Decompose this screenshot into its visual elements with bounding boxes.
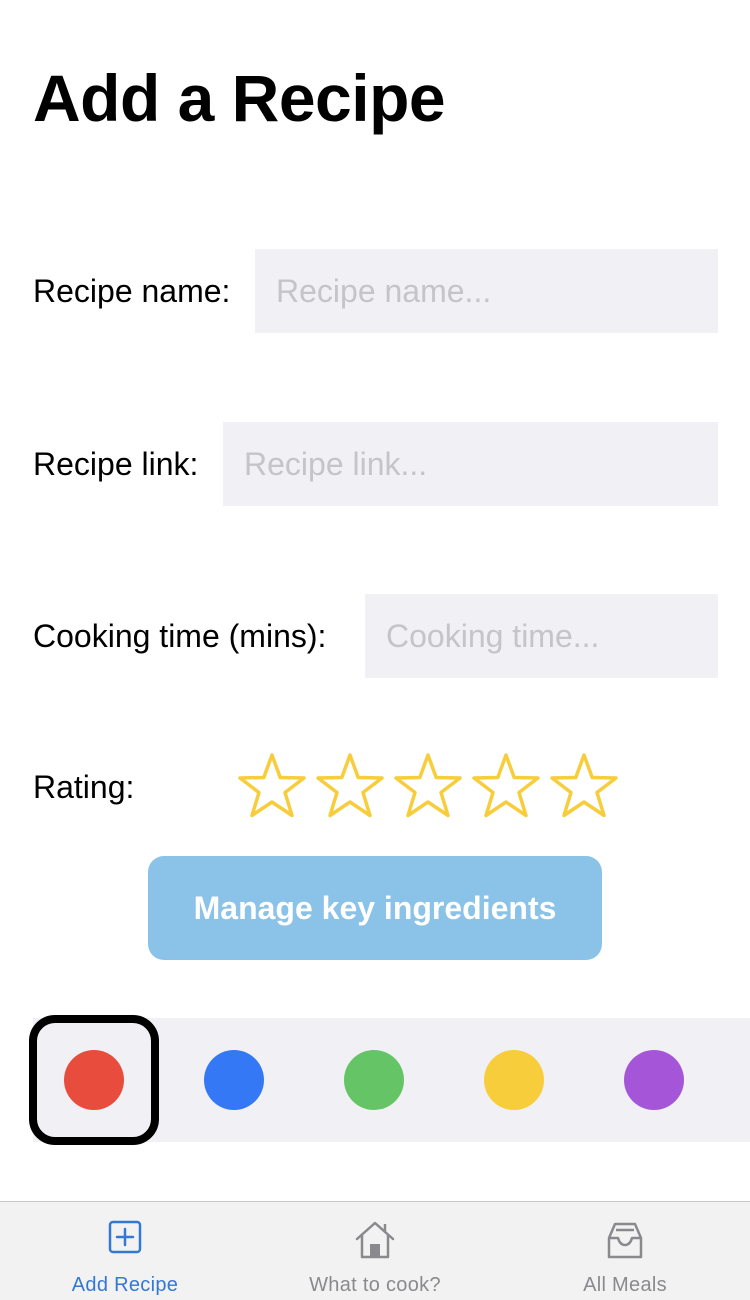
color-swatch-red[interactable] <box>64 1050 124 1110</box>
rating-star-4-icon[interactable] <box>472 750 540 822</box>
tab-add-recipe[interactable]: Add Recipe <box>0 1202 250 1300</box>
rating-star-3-icon[interactable] <box>394 750 462 822</box>
color-swatch-green[interactable] <box>344 1050 404 1110</box>
manage-key-ingredients-button[interactable]: Manage key ingredients <box>148 856 602 960</box>
tab-what-to-cook-label: What to cook? <box>309 1274 441 1296</box>
recipe-name-input[interactable] <box>255 249 718 333</box>
rating-star-5-icon[interactable] <box>550 750 618 822</box>
tab-all-meals-label: All Meals <box>583 1274 667 1296</box>
tab-what-to-cook[interactable]: What to cook? <box>250 1202 500 1300</box>
cooking-time-label: Cooking time (mins): <box>33 618 327 654</box>
rating-star-2-icon[interactable] <box>316 750 384 822</box>
page-title: Add a Recipe <box>33 61 446 135</box>
recipe-link-label: Recipe link: <box>33 446 199 482</box>
rating-stars <box>238 750 618 828</box>
recipe-link-input[interactable] <box>223 422 718 506</box>
rating-label: Rating: <box>33 769 135 805</box>
tab-bar: Add Recipe What to cook? All Meals <box>0 1201 750 1300</box>
rating-star-1-icon[interactable] <box>238 750 306 822</box>
recipe-name-label: Recipe name: <box>33 273 231 309</box>
tray-icon <box>607 1222 643 1259</box>
cooking-time-input[interactable] <box>365 594 718 678</box>
color-swatch-blue[interactable] <box>204 1050 264 1110</box>
tab-add-recipe-label: Add Recipe <box>71 1274 179 1296</box>
color-swatch-yellow[interactable] <box>484 1050 544 1110</box>
tab-all-meals[interactable]: All Meals <box>500 1202 750 1300</box>
color-swatch-purple[interactable] <box>624 1050 684 1110</box>
house-icon <box>355 1221 395 1259</box>
plus-square-icon <box>108 1220 142 1254</box>
